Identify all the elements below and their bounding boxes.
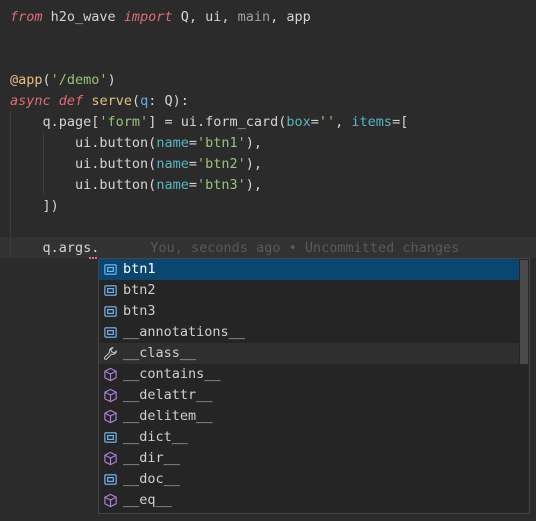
suggest-item[interactable]: __dict__: [99, 427, 519, 448]
code-token: =: [188, 135, 197, 151]
code-token: '/demo': [50, 72, 108, 88]
method-cube-icon: [103, 388, 118, 403]
git-blame-annotation: You, seconds ago • Uncommitted changes: [150, 240, 460, 256]
suggest-item-label: __doc__: [123, 471, 180, 487]
code-token: name: [156, 177, 189, 193]
code-token: (: [131, 93, 141, 109]
suggest-item-label: btn1: [123, 261, 156, 277]
code-token: Q, ui,: [172, 9, 238, 25]
code-token: 'form': [99, 114, 149, 130]
code-token: q.args.: [10, 240, 100, 256]
suggest-item[interactable]: __dir__: [99, 448, 519, 469]
suggest-item[interactable]: __delattr__: [99, 385, 519, 406]
code-token: =: [188, 177, 197, 193]
autocomplete-suggest-widget[interactable]: btn1 btn2 btn3 __annotations__ __class__ __co…: [98, 258, 530, 514]
suggest-item-label: btn3: [123, 303, 156, 319]
code-token: def: [58, 93, 84, 109]
code-token: name: [156, 156, 189, 172]
code-token: =[: [392, 114, 409, 130]
suggest-item-label: __annotations__: [123, 324, 245, 340]
code-token: =: [188, 156, 197, 172]
code-line: async def serve(q: Q):: [10, 91, 189, 112]
code-token: h2o_wave: [42, 9, 124, 25]
code-editor[interactable]: from h2o_wave import Q, ui, main, app @ap…: [0, 0, 536, 521]
code-token: main: [237, 9, 271, 25]
code-line: ui.button(name='btn3'),: [10, 175, 262, 196]
suggest-scrollbar[interactable]: [519, 259, 529, 513]
code-token: : Q):: [148, 93, 189, 109]
field-icon: [103, 262, 118, 277]
code-line: ui.button(name='btn1'),: [10, 133, 262, 154]
suggest-scroll-thumb[interactable]: [520, 260, 528, 364]
method-cube-icon: [103, 451, 118, 466]
suggest-item[interactable]: __annotations__: [99, 322, 519, 343]
code-token: ]): [10, 198, 59, 214]
code-line: from h2o_wave import Q, ui, main, app: [10, 7, 311, 28]
field-icon: [103, 325, 118, 340]
code-token: ),: [245, 135, 263, 151]
code-token: q: [140, 93, 149, 109]
suggest-item[interactable]: btn1: [99, 259, 519, 280]
suggest-item-label: __dict__: [123, 429, 189, 445]
suggest-item-label: __delitem__: [123, 408, 213, 424]
suggest-item-label: __dir__: [123, 450, 180, 466]
field-icon: [103, 304, 118, 319]
code-token: ): [107, 72, 116, 88]
suggest-item[interactable]: __delitem__: [99, 406, 519, 427]
code-line: @app('/demo'): [10, 70, 116, 91]
code-token: items: [351, 114, 393, 130]
code-token: from: [10, 9, 43, 25]
code-line: q.page['form'] = ui.form_card(box='', it…: [10, 112, 409, 133]
method-cube-icon: [103, 367, 118, 382]
code-token: async: [10, 93, 51, 109]
code-token: box: [286, 114, 311, 130]
field-icon: [103, 472, 118, 487]
code-line: ui.button(name='btn2'),: [10, 154, 262, 175]
suggest-item-label: __contains__: [123, 366, 221, 382]
code-token: ,: [335, 114, 352, 130]
suggest-item[interactable]: btn2: [99, 280, 519, 301]
suggest-item-label: __eq__: [123, 492, 172, 508]
code-token: 'btn3': [196, 177, 246, 193]
suggest-item-label: __class__: [123, 345, 197, 361]
field-icon: [103, 283, 118, 298]
code-token: q.page[: [10, 114, 100, 130]
code-token: @app: [10, 72, 43, 88]
suggest-item[interactable]: __contains__: [99, 364, 519, 385]
code-token: ] = ui.form_card(: [148, 114, 287, 130]
code-token: 'btn2': [196, 156, 246, 172]
code-token: (: [42, 72, 51, 88]
code-token: ui.button(: [10, 156, 157, 172]
method-cube-icon: [103, 493, 118, 508]
code-line: q.args. You, seconds ago • Uncommitted ch…: [10, 238, 460, 259]
code-token: ui.button(: [10, 177, 157, 193]
code-token: =: [310, 114, 319, 130]
code-line: ]): [10, 196, 59, 217]
field-icon: [103, 430, 118, 445]
wrench-icon: [103, 346, 118, 361]
code-token: serve: [91, 93, 132, 109]
code-token: ui.button(: [10, 135, 157, 151]
suggest-item[interactable]: __class__: [99, 343, 519, 364]
code-token: ),: [245, 177, 263, 193]
suggest-item[interactable]: btn3: [99, 301, 519, 322]
suggest-item-label: btn2: [123, 282, 156, 298]
code-token: name: [156, 135, 189, 151]
method-cube-icon: [103, 409, 118, 424]
error-squiggle: [89, 253, 97, 259]
suggest-item-label: __delattr__: [123, 387, 213, 403]
suggest-item[interactable]: __eq__: [99, 490, 519, 511]
code-token: ),: [245, 156, 263, 172]
code-token: 'btn1': [196, 135, 246, 151]
suggest-item[interactable]: __doc__: [99, 469, 519, 490]
code-token: '': [318, 114, 336, 130]
code-token: import: [123, 9, 173, 25]
code-token: , app: [270, 9, 311, 25]
